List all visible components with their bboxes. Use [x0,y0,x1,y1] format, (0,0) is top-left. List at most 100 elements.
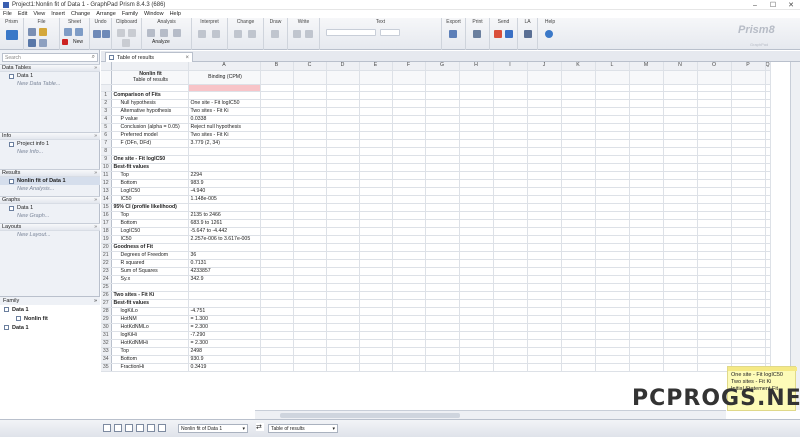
data-cell[interactable] [663,331,698,341]
data-cell[interactable] [493,355,528,365]
data-cell[interactable] [527,99,562,109]
column-title-cell[interactable] [459,70,494,85]
data-cell[interactable] [561,123,596,133]
data-cell[interactable] [731,291,766,301]
data-cell[interactable] [765,339,771,349]
data-cell[interactable] [293,139,327,149]
value-cell[interactable]: Two sites - Fit Ki [188,107,261,117]
data-cell[interactable] [663,219,698,229]
data-cell[interactable] [260,219,294,229]
data-cell[interactable] [663,283,698,293]
data-cell[interactable] [459,107,494,117]
value-cell[interactable]: -7.290 [188,331,261,341]
data-cell[interactable] [425,187,460,197]
layout-view-icon[interactable] [147,424,155,432]
data-cell[interactable] [326,307,360,317]
data-cell[interactable] [425,84,460,93]
data-cell[interactable] [260,139,294,149]
data-cell[interactable] [595,307,630,317]
value-cell[interactable]: 3.779 (2, 34) [188,139,261,149]
column-title-cell[interactable] [293,70,327,85]
data-cell[interactable] [561,243,596,253]
data-cell[interactable] [260,243,294,253]
data-cell[interactable] [459,235,494,245]
data-cell[interactable] [493,131,528,141]
data-cell[interactable] [527,131,562,141]
data-cell[interactable] [595,299,630,309]
data-cell[interactable] [731,123,766,133]
data-cell[interactable] [527,347,562,357]
data-cell[interactable] [392,267,426,277]
data-cell[interactable] [527,275,562,285]
data-cell[interactable] [359,315,393,325]
data-cell[interactable] [425,99,460,109]
label-cell[interactable]: Bottom [111,179,189,189]
data-cell[interactable] [493,339,528,349]
data-cell[interactable] [663,323,698,333]
value-cell[interactable]: 683.9 to 1261 [188,219,261,229]
label-cell[interactable]: LogIC50 [111,227,189,237]
data-cell[interactable] [326,235,360,245]
value-cell[interactable]: 930.9 [188,355,261,365]
data-cell[interactable] [697,203,732,213]
data-cell[interactable] [392,227,426,237]
data-cell[interactable] [293,323,327,333]
write-icon[interactable] [293,30,301,38]
redo-icon[interactable] [102,30,110,38]
collapse-icon[interactable]: » [94,170,97,176]
data-cell[interactable] [359,219,393,229]
data-cell[interactable] [425,243,460,253]
interpret-icon[interactable] [198,30,206,38]
data-cell[interactable] [260,259,294,269]
data-cell[interactable] [595,251,630,261]
data-cell[interactable] [561,99,596,109]
data-cell[interactable] [293,187,327,197]
column-header-m[interactable]: M [629,62,664,71]
data-cell[interactable] [527,299,562,309]
data-cell[interactable] [765,227,771,237]
close-button[interactable]: ✕ [782,0,800,10]
data-cell[interactable] [697,235,732,245]
la-icon[interactable] [524,30,532,38]
data-cell[interactable] [561,227,596,237]
data-cell[interactable] [392,243,426,253]
data-cell[interactable] [326,315,360,325]
data-cell[interactable] [260,195,294,205]
data-cell[interactable] [493,275,528,285]
data-cell[interactable] [326,259,360,269]
column-title-cell[interactable] [326,70,360,85]
data-cell[interactable] [293,147,327,157]
column-title-cell[interactable] [629,70,664,85]
nav-item[interactable]: Data 1 [0,204,100,212]
data-cell[interactable] [392,291,426,301]
data-cell[interactable] [697,195,732,205]
data-cell[interactable] [663,347,698,357]
send-powerpoint-icon[interactable] [494,30,502,38]
interpret-graph-icon[interactable] [212,30,220,38]
data-cell[interactable] [260,283,294,293]
data-cell[interactable] [326,171,360,181]
data-cell[interactable] [425,275,460,285]
label-cell[interactable]: Comparison of Fits [111,91,189,101]
column-header-k[interactable]: K [561,62,596,71]
data-cell[interactable] [765,331,771,341]
data-cell[interactable] [731,243,766,253]
data-cell[interactable] [527,107,562,117]
data-cell[interactable] [493,219,528,229]
data-cell[interactable] [459,363,494,373]
data-cell[interactable] [663,355,698,365]
data-cell[interactable] [425,267,460,277]
data-cell[interactable] [326,131,360,141]
column-header-c[interactable]: C [293,62,327,71]
undo-icon[interactable] [93,30,101,38]
data-cell[interactable] [326,299,360,309]
data-cell[interactable] [561,187,596,197]
data-cell[interactable] [629,307,664,317]
data-cell[interactable] [493,139,528,149]
data-cell[interactable] [527,171,562,181]
data-cell[interactable] [561,307,596,317]
data-cell[interactable] [260,211,294,221]
data-cell[interactable] [561,275,596,285]
data-cell[interactable] [260,123,294,133]
column-title-cell[interactable] [595,70,630,85]
